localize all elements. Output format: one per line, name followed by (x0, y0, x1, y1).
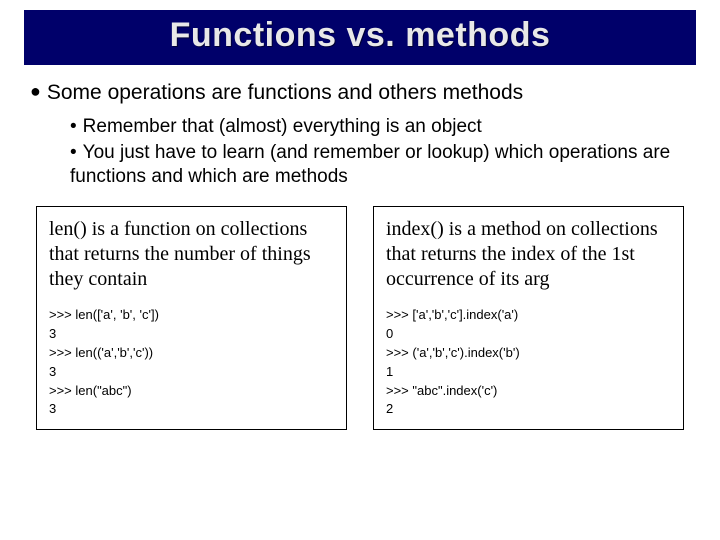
example-heading: index() is a method on collections that … (386, 217, 671, 292)
sub-bullet-text: Remember that (almost) everything is an … (83, 116, 482, 137)
bullet-dot-icon: • (70, 116, 77, 137)
sub-bullet-list: • Remember that (almost) everything is an… (70, 115, 672, 188)
bullet-dot-icon: ● (30, 81, 41, 101)
slide-title: Functions vs. methods (24, 16, 696, 55)
example-box-right: index() is a method on collections that … (373, 206, 684, 430)
sub-bullet-item: • Remember that (almost) everything is an… (70, 115, 672, 139)
main-bullet: ● Some operations are functions and other… (30, 81, 696, 105)
example-code: >>> ['a','b','c'].index('a') 0 >>> ('a',… (386, 306, 671, 419)
main-bullet-text: Some operations are functions and others… (47, 81, 523, 104)
title-bar: Functions vs. methods (24, 10, 696, 65)
sub-bullet-text: You just have to learn (and remember or … (70, 142, 670, 187)
example-box-left: len() is a function on collections that … (36, 206, 347, 430)
sub-bullet-item: •You just have to learn (and remember or… (70, 141, 672, 189)
example-code: >>> len(['a', 'b', 'c']) 3 >>> len(('a',… (49, 306, 334, 419)
bullet-dot-icon: • (70, 142, 77, 163)
example-heading: len() is a function on collections that … (49, 217, 334, 292)
example-columns: len() is a function on collections that … (24, 206, 696, 430)
